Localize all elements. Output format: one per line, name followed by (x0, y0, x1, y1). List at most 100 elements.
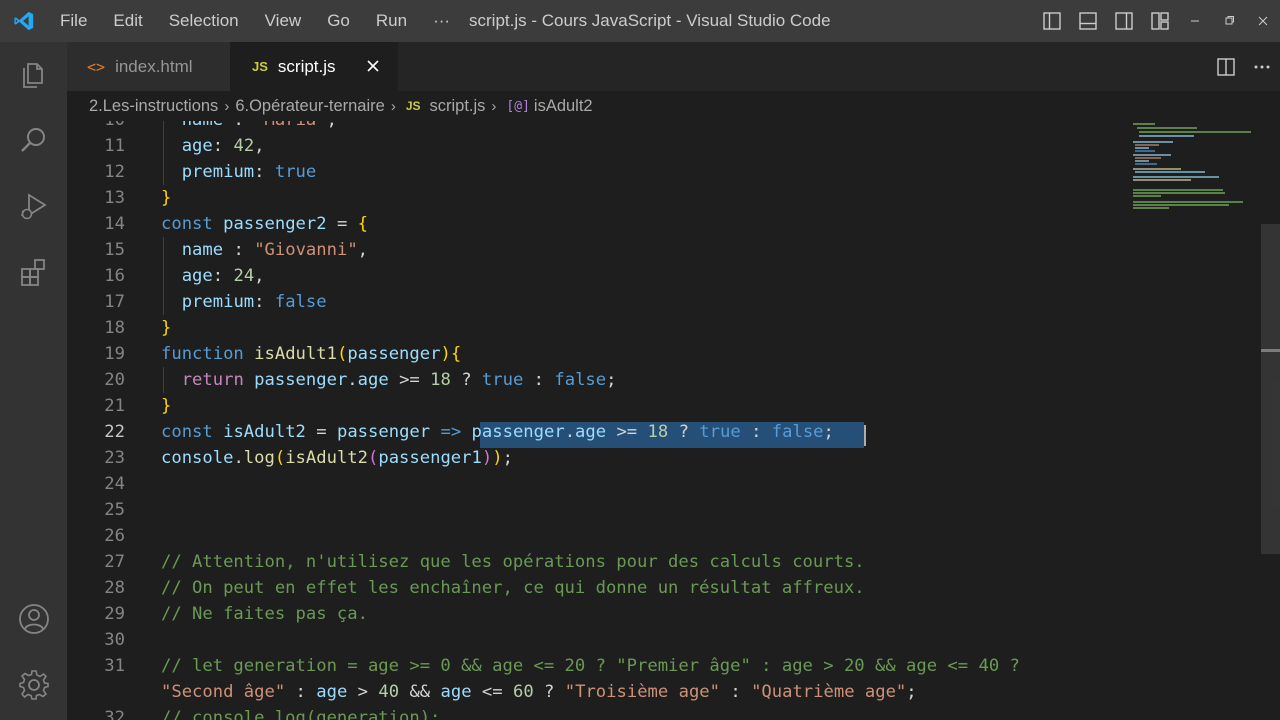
line-number: 13 (104, 188, 125, 208)
code-line[interactable]: 21} (67, 393, 1280, 419)
minimize-icon[interactable] (1178, 0, 1212, 42)
line-number: 21 (104, 396, 125, 416)
line-code: "Second âge" : age > 40 && age <= 60 ? "… (161, 682, 917, 702)
tab-label: index.html (115, 56, 193, 76)
line-number: 16 (104, 266, 125, 286)
menu-selection[interactable]: Selection (156, 0, 252, 42)
html-file-icon: <> (87, 57, 106, 76)
code-line[interactable]: 11 age: 42, (67, 133, 1280, 159)
line-code: // On peut en effet les enchaîner, ce qu… (161, 578, 865, 598)
title-controls (1034, 0, 1280, 42)
more-actions-icon[interactable] (1244, 46, 1280, 88)
line-code: } (161, 188, 172, 208)
code-line[interactable]: "Second âge" : age > 40 && age <= 60 ? "… (67, 679, 1280, 705)
extensions-icon[interactable] (0, 242, 67, 302)
vertical-scrollbar[interactable] (1261, 121, 1280, 720)
line-code: age: 42, (181, 136, 265, 156)
indent-guide (163, 121, 164, 185)
code-line[interactable]: 20 return passenger.age >= 18 ? true : f… (67, 367, 1280, 393)
code-line[interactable]: 14 const passenger2 = { (67, 211, 1280, 237)
code-line[interactable]: 27 // Attention, n'utilisez que les opéra… (67, 549, 1280, 575)
indent-guide (163, 367, 164, 393)
code-line[interactable]: 10 name : "Maria", (67, 121, 1280, 133)
manage-gear-icon[interactable] (0, 655, 67, 715)
js-file-icon: JS (405, 99, 421, 113)
line-number: 19 (104, 344, 125, 364)
line-code: // Ne faites pas ça. (161, 604, 368, 624)
line-number: 15 (104, 240, 125, 260)
code-line[interactable]: 18} (67, 315, 1280, 341)
code-editor[interactable]: 10 name : "Maria",11 age: 42,12 premium:… (67, 121, 1280, 720)
split-editor-icon[interactable] (1208, 46, 1244, 88)
close-window-icon[interactable] (1246, 0, 1280, 42)
line-number: 12 (104, 162, 125, 182)
tab-index-html[interactable]: <> index.html (67, 42, 230, 91)
line-number: 11 (104, 136, 125, 156)
line-code: age: 24, (181, 266, 265, 286)
toggle-secondary-sidebar-icon[interactable] (1106, 0, 1142, 42)
code-line[interactable]: 24 (67, 471, 1280, 497)
line-number: 10 (67, 121, 125, 133)
code-line[interactable]: 16 age: 24, (67, 263, 1280, 289)
line-number: 28 (104, 578, 125, 598)
code-line[interactable]: 22 const isAdult2 = passenger => passenge… (67, 419, 1280, 445)
breadcrumb-symbol[interactable]: isAdult2 (534, 97, 593, 116)
tab-label: script.js (277, 56, 336, 76)
window-title: script.js - Cours JavaScript - Visual St… (469, 11, 831, 30)
line-number: 29 (104, 604, 125, 624)
code-line[interactable]: 28 // On peut en effet les enchaîner, ce … (67, 575, 1280, 601)
code-line[interactable]: 12 premium: true (67, 159, 1280, 185)
line-number: 22 (104, 422, 125, 442)
line-number: 27 (104, 552, 125, 572)
code-line[interactable]: 26 (67, 523, 1280, 549)
code-line[interactable]: 30 (67, 627, 1280, 653)
line-code: // Attention, n'utilisez que les opérati… (161, 552, 865, 572)
menu-view[interactable]: View (252, 0, 315, 42)
title-bar: File Edit Selection View Go Run ··· scri… (0, 0, 1280, 42)
breadcrumb-folder-1[interactable]: 2.Les-instructions (89, 97, 218, 116)
code-line[interactable]: 31 // let generation = age >= 0 && age <=… (67, 653, 1280, 679)
code-line[interactable]: 19 function isAdult1(passenger){ (67, 341, 1280, 367)
accounts-icon[interactable] (0, 589, 67, 649)
code-line[interactable]: 23 console.log(isAdult2(passenger1)); (67, 445, 1280, 471)
menu-run[interactable]: Run (363, 0, 420, 42)
scrollbar-thumb[interactable] (1261, 224, 1280, 554)
minimap[interactable] (1133, 121, 1261, 720)
explorer-icon[interactable] (0, 44, 67, 104)
menu-bar: File Edit Selection View Go Run ··· (48, 0, 463, 42)
tab-script-js[interactable]: JS script.js (230, 42, 398, 91)
restore-icon[interactable] (1212, 0, 1246, 42)
menu-go[interactable]: Go (314, 0, 363, 42)
close-tab-icon[interactable] (362, 55, 384, 77)
breadcrumb-file[interactable]: script.js (430, 97, 486, 116)
chevron-right-icon: › (224, 97, 230, 115)
variable-symbol-icon: [@] (506, 98, 530, 114)
customize-layout-icon[interactable] (1142, 0, 1178, 42)
line-number: 26 (104, 526, 125, 546)
code-line[interactable]: 17 premium: false (67, 289, 1280, 315)
line-number: 17 (104, 292, 125, 312)
code-line[interactable]: 25 (67, 497, 1280, 523)
breadcrumb-folder-2[interactable]: 6.Opérateur-ternaire (235, 97, 385, 116)
menu-more[interactable]: ··· (420, 0, 463, 42)
editor-actions (1208, 42, 1280, 91)
line-code: return passenger.age >= 18 ? true : fals… (181, 370, 617, 390)
line-number: 31 (104, 656, 125, 676)
code-line[interactable]: 32 // console.log(generation); (67, 705, 1280, 720)
toggle-panel-icon[interactable] (1070, 0, 1106, 42)
code-line[interactable]: 13} (67, 185, 1280, 211)
toggle-primary-sidebar-icon[interactable] (1034, 0, 1070, 42)
line-code: } (161, 318, 172, 338)
search-icon[interactable] (0, 110, 67, 170)
line-number: 30 (104, 630, 125, 650)
menu-file[interactable]: File (48, 0, 100, 42)
line-code: } (161, 396, 172, 416)
js-file-icon: JS (252, 59, 268, 74)
code-line[interactable]: 15 name : "Giovanni", (67, 237, 1280, 263)
code-line[interactable]: 29 // Ne faites pas ça. (67, 601, 1280, 627)
chevron-right-icon: › (390, 97, 396, 115)
menu-edit[interactable]: Edit (100, 0, 155, 42)
indent-guide (163, 237, 164, 315)
run-debug-icon[interactable] (0, 176, 67, 236)
line-code: const passenger2 = { (161, 214, 369, 234)
